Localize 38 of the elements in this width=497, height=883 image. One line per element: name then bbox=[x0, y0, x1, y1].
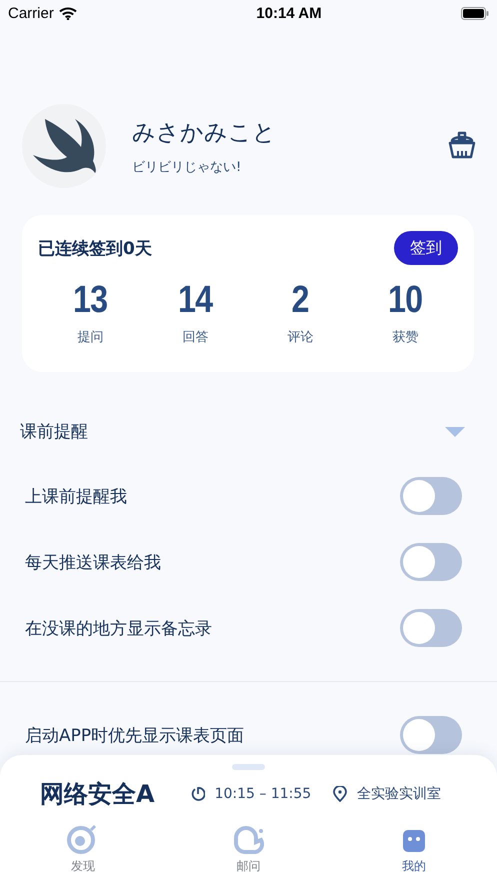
setting-label: 上课前提醒我 bbox=[25, 486, 127, 508]
stat-value: 13 bbox=[73, 279, 108, 322]
user-motto: ビリビリじゃない! bbox=[132, 158, 242, 176]
tab-item[interactable]: 我的 bbox=[331, 824, 497, 875]
stat-label: 回答 bbox=[182, 329, 208, 346]
brush-icon[interactable] bbox=[447, 131, 477, 161]
eye-icon bbox=[66, 824, 99, 854]
stat-label: 提问 bbox=[78, 329, 104, 346]
location-pin-icon bbox=[333, 786, 348, 802]
status-time: 10:14 AM bbox=[256, 4, 322, 22]
check-in-button[interactable]: 签到 bbox=[394, 231, 458, 265]
stat-label: 评论 bbox=[288, 329, 314, 346]
setting-label: 在没课的地方显示备忘录 bbox=[25, 618, 212, 640]
stat-value: 10 bbox=[388, 279, 423, 322]
tab-item[interactable]: 邮问 bbox=[166, 824, 332, 875]
stat-value: 2 bbox=[292, 279, 310, 322]
carrier-label: Carrier bbox=[8, 4, 54, 22]
toggle-switch[interactable] bbox=[400, 716, 462, 754]
wifi-icon bbox=[58, 6, 77, 20]
user-name: みさかみこと bbox=[132, 118, 277, 148]
swallow-icon bbox=[31, 117, 97, 175]
bubble-icon bbox=[232, 824, 264, 854]
course-time: 10:15 – 11:55 bbox=[214, 786, 312, 802]
stat-value: 14 bbox=[178, 279, 213, 322]
battery-icon bbox=[461, 6, 489, 20]
setting-label: 启动APP时优先显示课表页面 bbox=[25, 724, 244, 746]
course-location: 全实验实训室 bbox=[357, 785, 442, 803]
streak-title: 已连续签到0天 bbox=[38, 238, 152, 260]
toggle-switch[interactable] bbox=[400, 477, 462, 515]
stat-label: 获赞 bbox=[392, 329, 418, 346]
tab-item[interactable]: 发现 bbox=[0, 824, 166, 875]
toggle-switch[interactable] bbox=[400, 543, 462, 581]
sheet-handle[interactable] bbox=[232, 764, 265, 770]
setting-label: 每天推送课表给我 bbox=[25, 552, 161, 574]
caret-icon[interactable] bbox=[445, 426, 465, 438]
course-name: 网络安全A bbox=[40, 779, 155, 810]
toggle-switch[interactable] bbox=[400, 609, 462, 647]
section-title: 课前提醒 bbox=[20, 421, 88, 443]
